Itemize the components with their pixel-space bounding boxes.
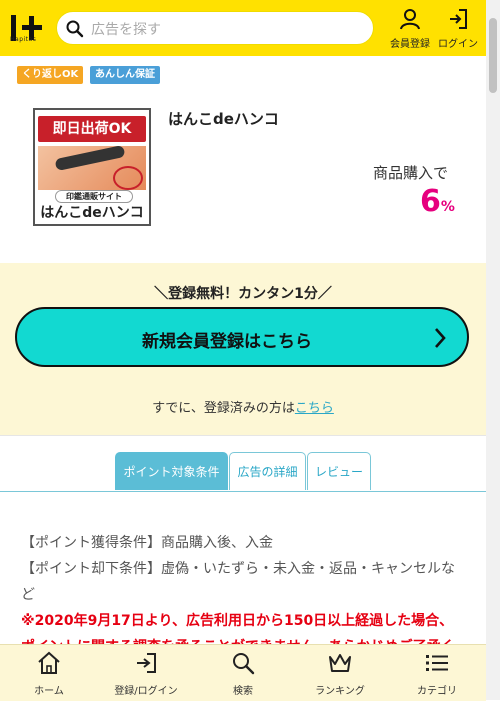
rate-value: 6 (420, 184, 441, 219)
tab-point-conditions[interactable]: ポイント対象条件 (115, 452, 228, 490)
guarantee-badge: あんしん保証 (90, 66, 160, 84)
account-register-button[interactable]: 会員登録 (388, 8, 432, 50)
search-icon (66, 20, 84, 38)
register-button[interactable]: 新規会員登録はこちら (15, 307, 469, 367)
nav-register-login-label: 登録/ログイン (114, 686, 178, 697)
registration-section: ＼登録無料！カンタン1分／ 新規会員登録はこちら すでに、登録済みの方はこちら (0, 263, 486, 436)
logo-text: Hapitas (10, 36, 37, 43)
register-button-label: 新規会員登録はこちら (142, 332, 312, 352)
login-button[interactable]: ログイン (436, 8, 480, 50)
crown-icon (329, 654, 351, 672)
repeat-ok-badge: くり返しOK (17, 66, 84, 84)
search-icon (233, 653, 255, 675)
login-label: ログイン (438, 39, 478, 50)
image-banner: 即日出荷OK (38, 116, 146, 142)
image-name: はんこdeハンコ (40, 205, 144, 221)
home-icon (38, 651, 60, 674)
nav-category[interactable]: カテゴリ (392, 651, 482, 697)
account-register-label: 会員登録 (390, 39, 430, 50)
tab-ad-details[interactable]: 広告の詳細 (229, 452, 306, 490)
bottom-navigation: ホーム 登録/ログイン 検索 ランキング カテゴリ (0, 644, 486, 701)
list-icon (426, 655, 448, 671)
nav-ranking-label: ランキング (315, 686, 365, 697)
nav-register-login[interactable]: 登録/ログイン (101, 651, 191, 697)
scrollbar[interactable] (486, 0, 500, 700)
scroll-thumb[interactable] (489, 18, 497, 93)
point-rate: 6% (420, 184, 455, 219)
nav-category-label: カテゴリ (417, 686, 457, 697)
point-earn-condition: 【ポイント獲得条件】商品購入後、入金 (21, 535, 273, 551)
rate-unit: % (440, 199, 455, 215)
registration-tagline: ＼登録無料！カンタン1分／ (154, 286, 332, 302)
tab-reviews[interactable]: レビュー (307, 452, 371, 490)
product-image[interactable]: 即日出荷OK 印鑑通販サイト はんこdeハンコ (33, 108, 151, 226)
nav-ranking[interactable]: ランキング (295, 651, 385, 697)
seal-mark-shape (113, 166, 143, 190)
login-icon (137, 653, 156, 673)
login-note-text: すでに、登録済みの方は (152, 401, 295, 416)
login-note: すでに、登録済みの方はこちら (0, 397, 486, 416)
nav-home-label: ホーム (34, 686, 64, 697)
tab-divider (0, 491, 486, 492)
search-box[interactable] (56, 11, 374, 45)
chevron-right-icon (435, 328, 446, 348)
nav-search[interactable]: 検索 (198, 651, 288, 697)
point-condition: 商品購入で (373, 164, 449, 182)
nav-search-label: 検索 (233, 686, 253, 697)
search-input[interactable] (89, 18, 363, 42)
login-link[interactable]: こちら (295, 401, 334, 416)
login-icon (450, 9, 467, 29)
product-title: はんこdeハンコ (168, 110, 279, 128)
point-reject-condition: 【ポイント却下条件】虚偽・いたずら・未入金・返品・キャンセルなど (21, 561, 455, 603)
nav-home[interactable]: ホーム (4, 651, 94, 697)
user-icon (400, 9, 420, 30)
header: Hapitas 会員登録 ログイン (0, 0, 486, 56)
